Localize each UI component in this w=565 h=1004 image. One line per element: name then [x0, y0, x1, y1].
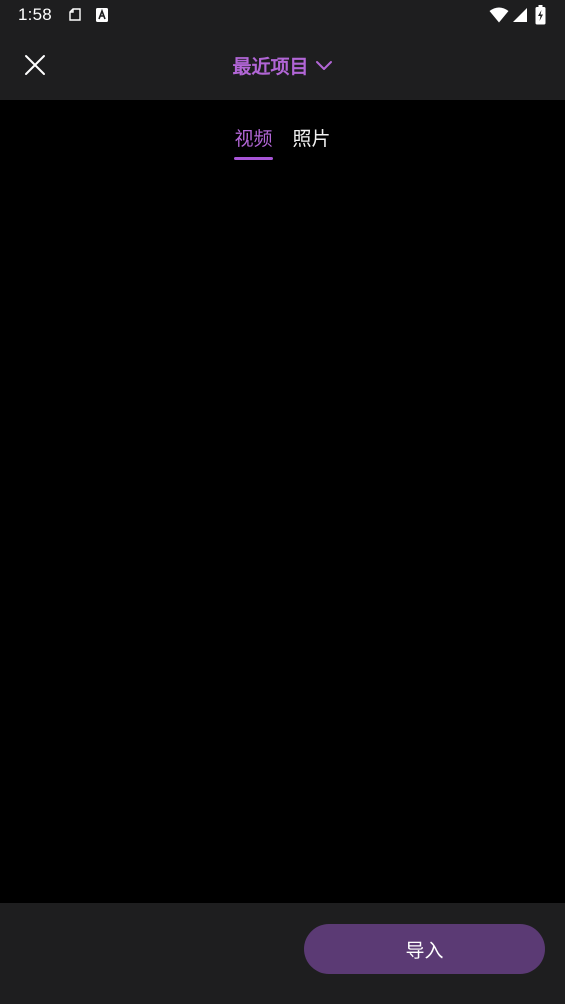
status-time: 1:58 [18, 5, 52, 24]
signal-icon [512, 7, 528, 27]
media-picker-screen: 1:58 最近项目 视频 照片 导入 [0, 0, 565, 1004]
battery-charging-icon [535, 5, 546, 29]
chevron-down-icon [315, 61, 332, 70]
tab-videos[interactable]: 视频 [234, 100, 273, 164]
tab-label: 视频 [234, 128, 273, 150]
wifi-icon [489, 7, 509, 27]
album-selector[interactable]: 最近项目 [0, 50, 565, 80]
app-header: 最近项目 [0, 30, 565, 100]
tab-photos[interactable]: 照片 [293, 100, 331, 164]
media-type-tabs: 视频 照片 [0, 100, 565, 164]
status-bar: 1:58 [0, 0, 565, 30]
media-grid-area [0, 164, 565, 903]
import-button[interactable]: 导入 [304, 924, 545, 974]
clipboard-icon [67, 7, 83, 27]
a-letter-icon [95, 7, 109, 27]
active-tab-indicator [234, 157, 273, 160]
album-title: 最近项目 [232, 55, 309, 78]
tab-label: 照片 [292, 128, 331, 150]
bottom-bar: 导入 [0, 903, 565, 1004]
